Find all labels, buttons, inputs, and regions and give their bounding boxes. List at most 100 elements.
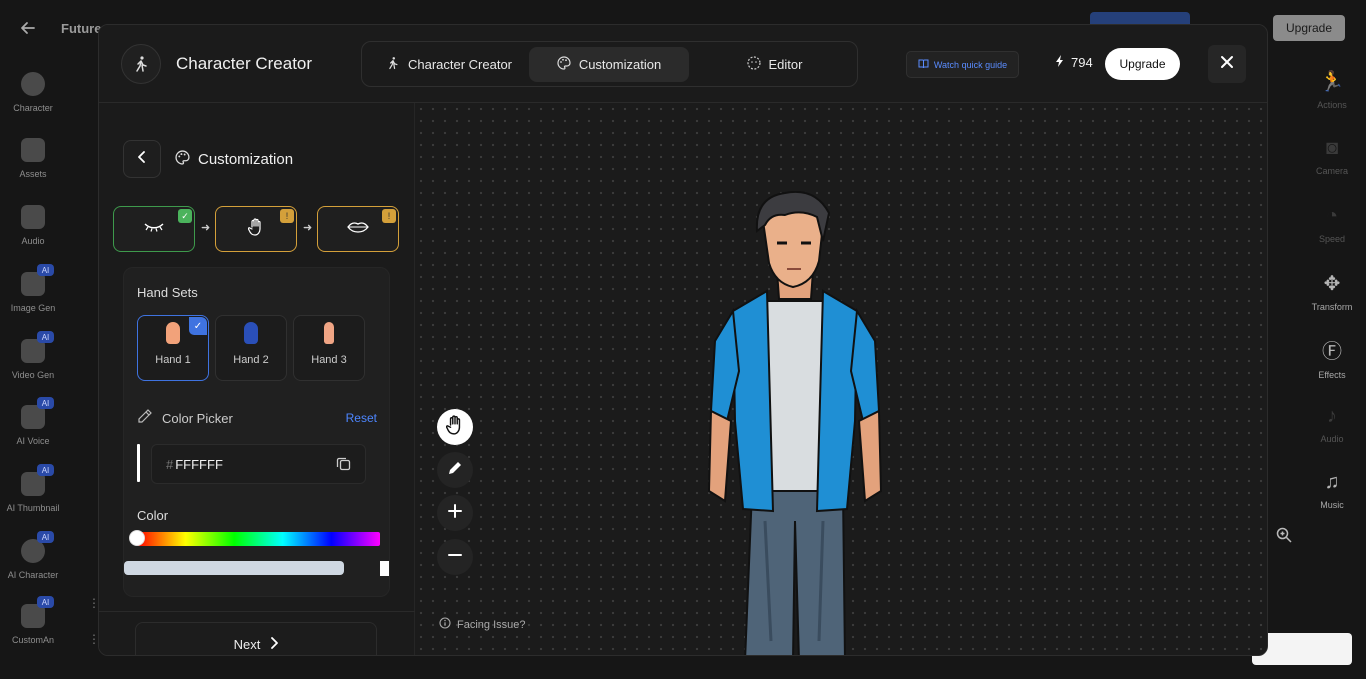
facing-issue-link[interactable]: Facing Issue? [439, 617, 525, 632]
app-root: Future Upgrade Character Assets Audio AI Ima… [0, 0, 1366, 679]
upgrade-button[interactable]: Upgrade [1105, 48, 1180, 80]
character-icon [21, 72, 45, 96]
zoom-out-tool[interactable] [437, 539, 473, 575]
left-rail: Character Assets Audio AI Image Gen AI Video G… [0, 56, 68, 679]
close-button[interactable] [1208, 45, 1246, 83]
zoom-icon[interactable] [1276, 527, 1292, 548]
watch-guide-button[interactable]: Watch quick guide [906, 51, 1019, 78]
zoom-in-tool[interactable] [437, 495, 473, 531]
plus-icon [448, 503, 462, 523]
modal-title: Character Creator [176, 54, 313, 73]
rail-item-character[interactable]: Character [0, 72, 66, 113]
actions-icon: 🏃 [1319, 71, 1345, 93]
right-rail-item-music[interactable]: ♫ Music [1298, 470, 1366, 510]
tab-label: Customization [578, 57, 662, 72]
credits-count: 794 [1071, 55, 1093, 70]
color-picker-label: Color Picker [162, 410, 233, 426]
pencil-tool[interactable] [437, 452, 473, 488]
image-gen-icon: AI [21, 264, 54, 296]
pending-icon: ! [280, 209, 294, 223]
rail-item-image-gen[interactable]: AI Image Gen [0, 264, 66, 313]
hand-option-1[interactable]: Hand 1 ✓ [137, 315, 209, 381]
hand-preview-image [244, 322, 258, 344]
rail-item-video-gen[interactable]: AI Video Gen [0, 331, 66, 380]
color-swatch [137, 444, 140, 482]
minus-icon [448, 548, 462, 567]
right-rail-item-speed[interactable]: ◔ Speed [1298, 204, 1366, 244]
hand-option-2[interactable]: Hand 2 [215, 315, 287, 381]
hex-value[interactable]: FFFFFF [175, 457, 223, 472]
opacity-slider[interactable] [124, 561, 344, 575]
right-rail-label: Transform [1311, 302, 1353, 312]
check-icon: ✓ [178, 209, 192, 223]
rail-label: Image Gen [10, 303, 56, 313]
arrow-right-icon: ➜ [201, 222, 211, 234]
project-title: Future [61, 21, 102, 36]
rail-label: CustomAn [11, 635, 55, 645]
rail-label: AI Character [7, 570, 59, 580]
background-upgrade-button[interactable]: Upgrade [1273, 15, 1345, 41]
hex-color-field[interactable]: # FFFFFF [151, 444, 366, 484]
rail-item-assets[interactable]: Assets [0, 138, 66, 179]
right-rail-label: Speed [1318, 234, 1346, 244]
step-hands[interactable]: ! [215, 206, 297, 252]
rail-label: Character [13, 103, 53, 113]
right-rail-item-camera[interactable]: ◙ Camera [1298, 136, 1366, 176]
hand-sets-card: Hand Sets Hand 1 ✓ Hand 2 Hand 3 Color P… [123, 267, 390, 597]
ai-voice-icon: AI [21, 397, 54, 429]
ai-badge: AI [37, 264, 54, 276]
effects-icon: Ⓕ [1322, 341, 1342, 363]
tab-label: Editor [768, 57, 803, 72]
ai-badge: AI [37, 596, 54, 608]
assets-icon [21, 138, 45, 162]
modal-tabs: Character Creator Customization Editor [361, 41, 858, 87]
rail-label: AI Thumbnail [6, 503, 60, 513]
right-rail-item-actions[interactable]: 🏃 Actions [1298, 70, 1366, 110]
right-rail-item-audio[interactable]: ♪ Audio [1298, 404, 1366, 444]
hex-prefix: # [166, 456, 174, 472]
hue-slider[interactable] [137, 532, 380, 546]
palette-icon [175, 150, 190, 169]
book-icon [918, 59, 929, 71]
panel-title: Customization [175, 150, 293, 169]
rail-item-ai-voice[interactable]: AI AI Voice [0, 397, 66, 446]
reset-link[interactable]: Reset [346, 411, 377, 425]
next-button[interactable]: Next [135, 622, 377, 655]
hue-slider-handle[interactable] [129, 530, 145, 546]
running-person-icon [386, 56, 400, 73]
copy-icon[interactable] [336, 456, 351, 476]
tab-editor[interactable]: Editor [697, 47, 852, 82]
camera-icon: ◙ [1325, 137, 1339, 159]
hand-option-3[interactable]: Hand 3 [293, 315, 365, 381]
eyedropper-icon [137, 408, 153, 429]
music-icon: ♫ [1324, 471, 1340, 493]
tab-customization[interactable]: Customization [529, 47, 689, 82]
right-rail-item-effects[interactable]: Ⓕ Effects [1298, 340, 1366, 380]
hand-preview-image [324, 322, 334, 344]
ai-thumbnail-icon: AI [21, 464, 54, 496]
rail-item-ai-character[interactable]: AI AI Character [0, 531, 66, 580]
lips-icon [347, 220, 369, 238]
rail-item-customan[interactable]: AI CustomAn [0, 596, 66, 645]
customization-panel: Customization ✓ ➜ ! ➜ ! Hand Sets Hand 1… [99, 103, 415, 655]
preview-canvas[interactable]: Facing Issue? [415, 103, 1267, 655]
right-rail-label: Actions [1317, 100, 1347, 110]
opacity-slider-handle[interactable] [380, 561, 389, 576]
step-lips[interactable]: ! [317, 206, 399, 252]
facing-issue-label: Facing Issue? [457, 618, 526, 631]
rail-item-audio[interactable]: Audio [0, 205, 66, 246]
next-label: Next [233, 636, 261, 652]
watch-guide-label: Watch quick guide [933, 59, 1008, 70]
right-rail-item-transform[interactable]: ✥ Transform [1298, 272, 1366, 312]
rail-label: Video Gen [11, 370, 55, 380]
back-arrow-icon[interactable] [18, 18, 38, 38]
rail-item-ai-thumbnail[interactable]: AI AI Thumbnail [0, 464, 66, 513]
hand-pan-tool[interactable] [437, 409, 473, 445]
check-icon: ✓ [189, 317, 207, 335]
step-eyes[interactable]: ✓ [113, 206, 195, 252]
panel-divider [99, 611, 415, 612]
chevron-right-icon [270, 636, 279, 652]
tab-character-creator[interactable]: Character Creator [370, 47, 528, 82]
info-icon [439, 617, 451, 632]
back-button[interactable] [123, 140, 161, 178]
